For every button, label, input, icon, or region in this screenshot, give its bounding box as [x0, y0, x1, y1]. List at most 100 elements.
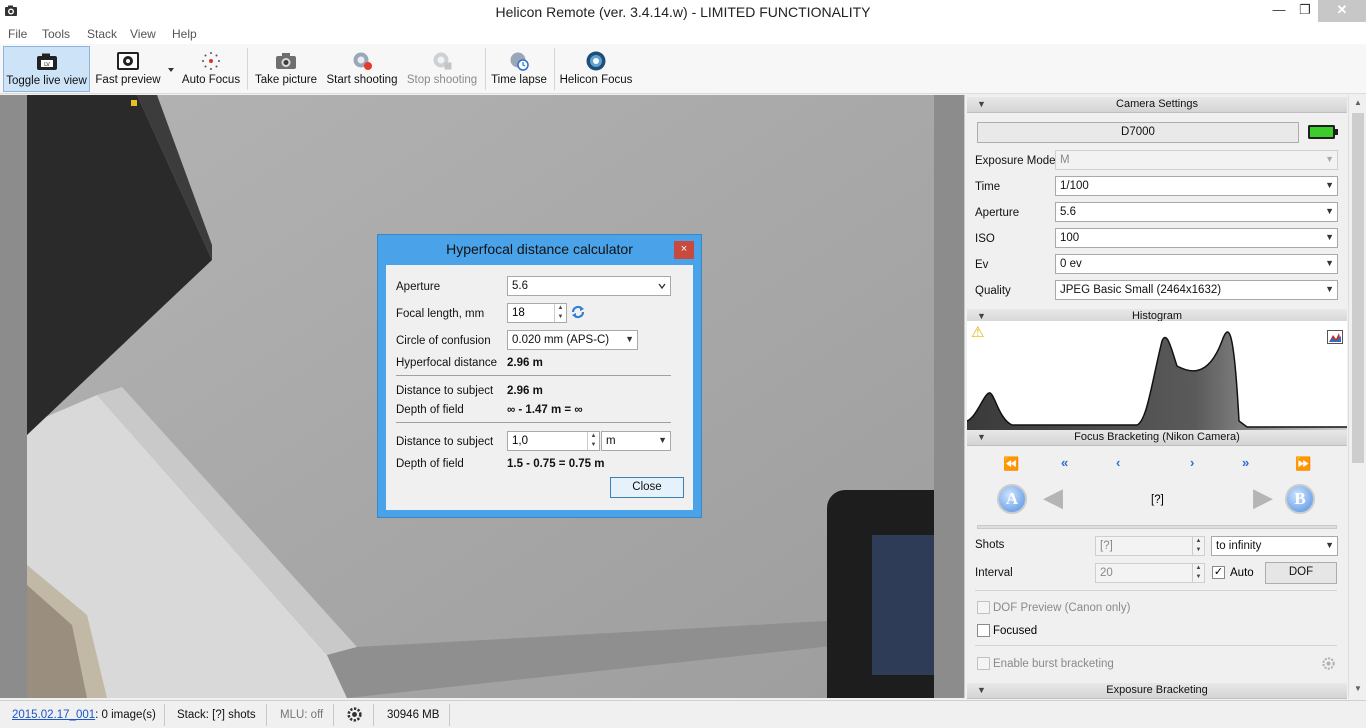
scroll-down-icon[interactable]: ▼: [1349, 681, 1366, 697]
distance-unit-select[interactable]: m ▼: [601, 431, 671, 451]
caret-down-icon: ▼: [625, 334, 634, 344]
take-picture-button[interactable]: Take picture: [252, 46, 320, 92]
status-separator: [164, 704, 165, 726]
exposure-bracketing-header[interactable]: ▼ Exposure Bracketing: [967, 683, 1347, 699]
time-value: 1/100: [1060, 180, 1089, 192]
time-lapse-icon: [510, 52, 529, 71]
settings-gear-icon[interactable]: [346, 706, 363, 723]
burst-label: Enable burst bracketing: [993, 658, 1114, 670]
menu-file[interactable]: File: [8, 27, 27, 41]
dof1-label: Depth of field: [396, 404, 464, 416]
focus-backward-icon[interactable]: «: [1061, 455, 1068, 470]
chevron-right-icon[interactable]: ▶: [1253, 482, 1273, 513]
camera-settings-title: Camera Settings: [1116, 98, 1198, 110]
point-b-button[interactable]: B: [1285, 484, 1315, 514]
ev-select[interactable]: 0 ev ▼: [1055, 254, 1338, 274]
menu-tools[interactable]: Tools: [42, 27, 70, 41]
spinner-arrows-icon[interactable]: ▲ ▼: [1192, 537, 1204, 555]
focus-step-backward-icon[interactable]: ‹: [1116, 455, 1120, 470]
fast-preview-button[interactable]: Fast preview: [93, 46, 163, 92]
shots-label: Shots: [975, 539, 1005, 551]
close-window-button[interactable]: ✕: [1318, 0, 1366, 22]
stack-status: Stack: [?] shots: [177, 709, 256, 721]
maximize-button[interactable]: ❐: [1292, 0, 1318, 22]
dof-button[interactable]: DOF: [1265, 562, 1337, 584]
focus-bracketing-title: Focus Bracketing (Nikon Camera): [1074, 431, 1240, 443]
stop-shooting-button[interactable]: Stop shooting: [404, 46, 480, 92]
ev-value: 0 ev: [1060, 258, 1082, 270]
coc-select-value: 0.020 mm (APS-C): [512, 334, 610, 346]
start-shooting-label: Start shooting: [326, 74, 398, 86]
caret-down-icon: ▼: [1325, 206, 1334, 216]
disk-space: 30946 MB: [387, 709, 440, 721]
chevron-left-icon[interactable]: ◀: [1043, 482, 1063, 513]
dialog-close-button[interactable]: Close: [610, 477, 684, 498]
point-a-button[interactable]: A: [997, 484, 1027, 514]
aperture-setting-select[interactable]: 5.6 ▼: [1055, 202, 1338, 222]
shots-value: [?]: [1100, 540, 1113, 552]
minimize-button[interactable]: —: [1266, 0, 1292, 22]
helicon-focus-label: Helicon Focus: [559, 74, 633, 86]
spinner-arrows-icon[interactable]: ▲ ▼: [554, 304, 566, 322]
coc-select[interactable]: 0.020 mm (APS-C) ▼: [507, 330, 638, 350]
focus-forward-icon[interactable]: »: [1242, 455, 1249, 470]
panel-scrollbar[interactable]: ▲ ▼: [1348, 95, 1366, 698]
dropdown-arrow-icon[interactable]: [166, 66, 176, 74]
spinner-arrows-icon[interactable]: ▲ ▼: [1192, 564, 1204, 582]
scrollbar-thumb[interactable]: [1352, 113, 1364, 463]
shots-spinner[interactable]: [?] ▲ ▼: [1095, 536, 1205, 556]
shots-mode-select[interactable]: to infinity ▼: [1211, 536, 1338, 556]
dof-preview-checkbox[interactable]: [977, 601, 990, 614]
distance2-value: 1,0: [512, 435, 528, 447]
status-text: 2015.02.17_001: 0 image(s): [12, 709, 156, 721]
status-separator: [373, 704, 374, 726]
camera-name-button[interactable]: D7000: [977, 122, 1299, 143]
scroll-up-icon[interactable]: ▲: [1349, 95, 1366, 111]
focal-length-spinner[interactable]: 18 ▲ ▼: [507, 303, 567, 323]
iso-value: 100: [1060, 232, 1080, 244]
quality-value: JPEG Basic Small (2464x1632): [1060, 284, 1222, 296]
aperture-setting-value: 5.6: [1060, 206, 1076, 218]
hyperfocal-dialog: Hyperfocal distance calculator × Apertur…: [377, 234, 702, 518]
menu-view[interactable]: View: [130, 27, 156, 41]
auto-focus-button[interactable]: Auto Focus: [180, 46, 242, 92]
iso-select[interactable]: 100 ▼: [1055, 228, 1338, 248]
focus-far-forward-icon[interactable]: ⏩: [1295, 456, 1311, 472]
distance1-value: 2.96 m: [507, 385, 543, 397]
toggle-live-view-label: Toggle live view: [6, 75, 87, 87]
focus-bracketing-header[interactable]: ▼ Focus Bracketing (Nikon Camera): [967, 430, 1347, 446]
dialog-body: Aperture 5.6 Focal length, mm 18 ▲ ▼ Circ…: [386, 265, 693, 510]
dialog-separator: [396, 422, 671, 423]
gear-icon[interactable]: [1321, 656, 1336, 671]
caret-down-icon: ▼: [1325, 180, 1334, 190]
helicon-focus-button[interactable]: Helicon Focus: [559, 46, 633, 92]
time-select[interactable]: 1/100 ▼: [1055, 176, 1338, 196]
quality-select[interactable]: JPEG Basic Small (2464x1632) ▼: [1055, 280, 1338, 300]
focus-step-forward-icon[interactable]: ›: [1190, 455, 1194, 470]
toolbar-separator: [554, 48, 555, 90]
refresh-icon[interactable]: [570, 304, 586, 320]
dialog-close-icon[interactable]: ×: [674, 241, 694, 259]
helicon-focus-icon: [586, 51, 606, 71]
status-separator: [266, 704, 267, 726]
exposure-mode-select[interactable]: M ▼: [1055, 150, 1338, 170]
spinner-arrows-icon[interactable]: ▲ ▼: [587, 432, 599, 450]
distance2-spinner[interactable]: 1,0 ▲ ▼: [507, 431, 600, 451]
focus-far-backward-icon[interactable]: ⏪: [1003, 456, 1019, 472]
aperture-select[interactable]: 5.6: [507, 276, 671, 296]
camera-settings-header[interactable]: ▼ Camera Settings: [967, 97, 1347, 113]
start-shooting-button[interactable]: Start shooting: [324, 46, 400, 92]
auto-checkbox[interactable]: ✓: [1212, 566, 1225, 579]
burst-checkbox[interactable]: [977, 657, 990, 670]
interval-spinner[interactable]: 20 ▲ ▼: [1095, 563, 1205, 583]
focused-checkbox[interactable]: [977, 624, 990, 637]
toggle-live-view-button[interactable]: LV Toggle live view: [3, 46, 90, 92]
take-picture-label: Take picture: [254, 74, 317, 86]
aperture-setting-label: Aperture: [975, 207, 1020, 219]
time-lapse-button[interactable]: Time lapse: [490, 46, 548, 92]
menu-stack[interactable]: Stack: [87, 27, 117, 41]
stack-folder-link[interactable]: 2015.02.17_001: [12, 709, 95, 721]
focus-range-slider[interactable]: [977, 525, 1337, 529]
menu-help[interactable]: Help: [172, 27, 197, 41]
focused-label: Focused: [993, 625, 1038, 637]
